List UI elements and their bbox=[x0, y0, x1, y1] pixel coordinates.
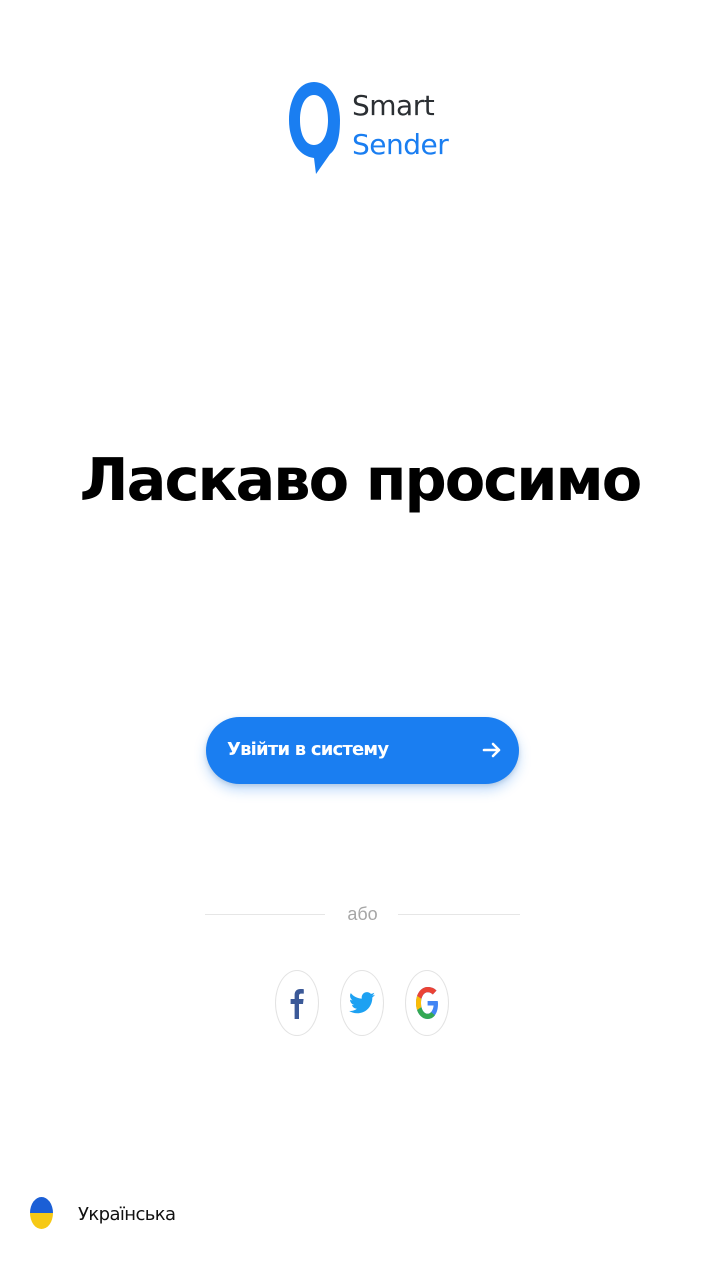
smart-sender-logo: Smart Sender bbox=[286, 78, 449, 178]
google-icon bbox=[416, 987, 438, 1019]
logo-text-smart: Smart bbox=[352, 89, 435, 122]
twitter-login-button[interactable] bbox=[340, 970, 384, 1036]
logo-text-sender: Sender bbox=[352, 128, 449, 161]
arrow-right-icon bbox=[482, 742, 501, 758]
twitter-icon bbox=[349, 992, 375, 1014]
speech-bubble-logo-icon bbox=[289, 82, 340, 174]
welcome-title: Ласкаво просимо bbox=[79, 445, 643, 514]
ukraine-flag-icon bbox=[30, 1197, 53, 1229]
logo-wordmark: Smart Sender bbox=[352, 86, 449, 164]
divider-line-right bbox=[398, 914, 520, 915]
google-login-button[interactable] bbox=[405, 970, 449, 1036]
language-label: Українська bbox=[78, 1204, 176, 1225]
login-button[interactable]: Увійти в систему bbox=[206, 717, 519, 784]
or-divider: або bbox=[205, 900, 520, 930]
facebook-icon bbox=[290, 989, 304, 1019]
facebook-login-button[interactable] bbox=[275, 970, 319, 1036]
login-button-label: Увійти в систему bbox=[227, 739, 389, 760]
